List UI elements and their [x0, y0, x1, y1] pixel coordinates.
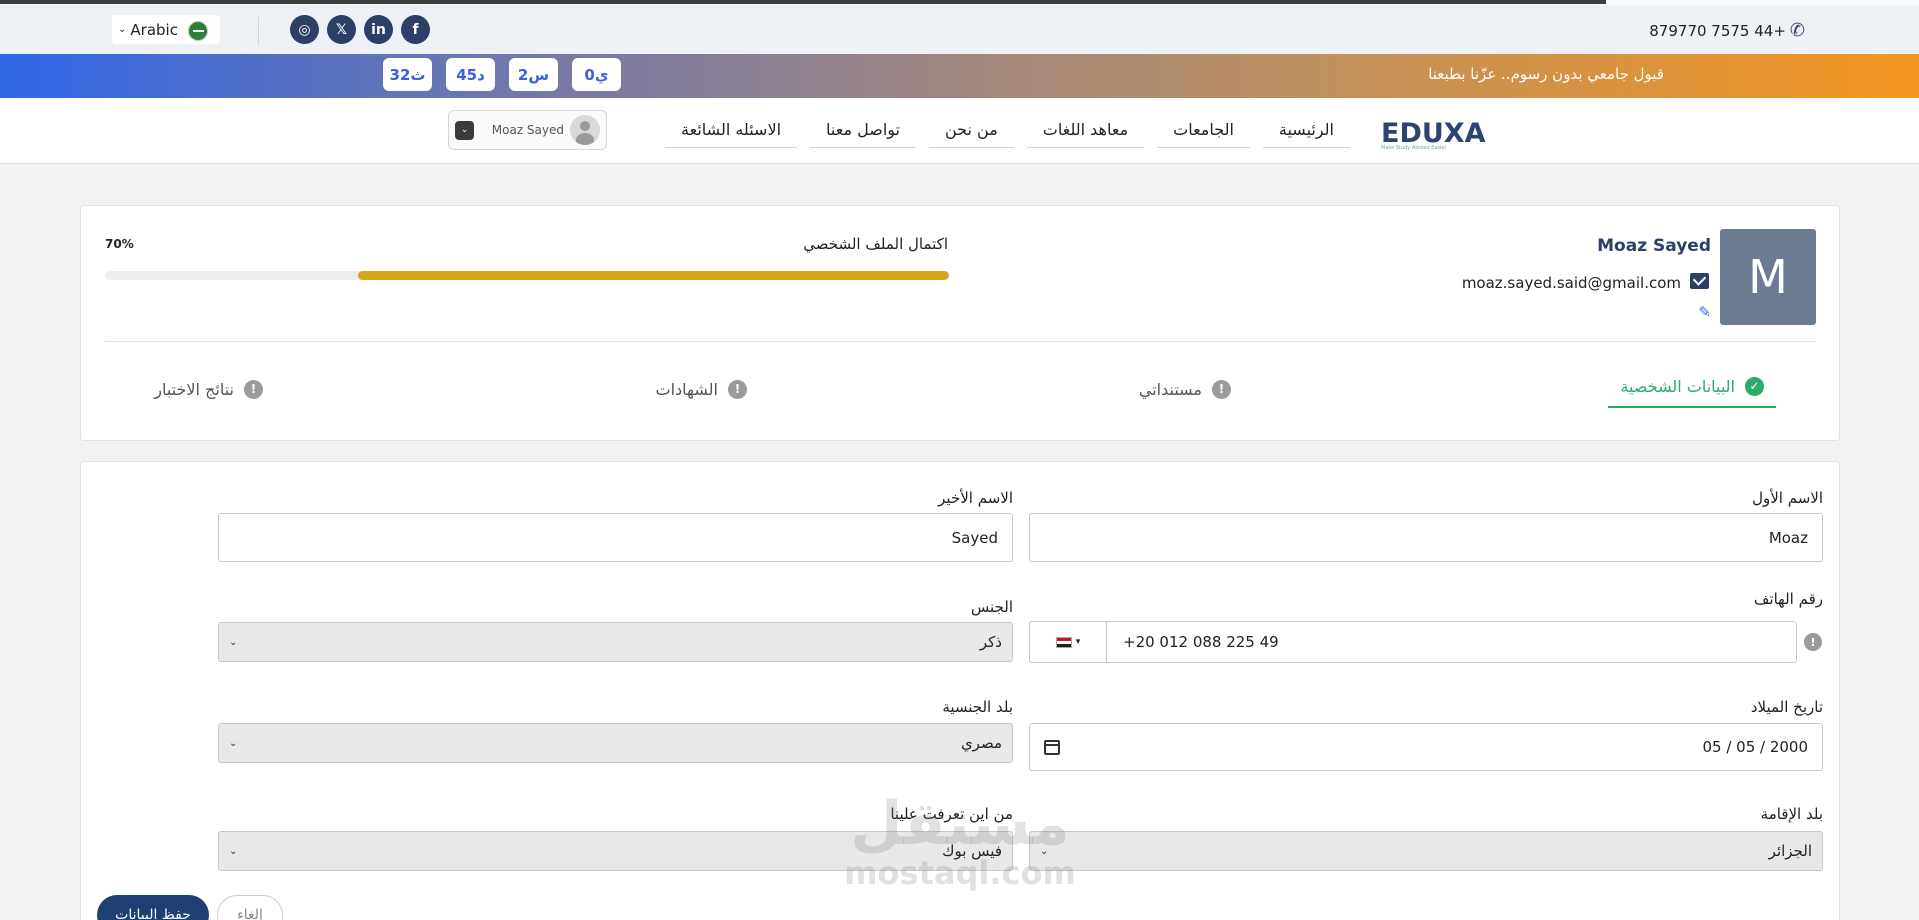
main-navbar: ⌄ Moaz Sayed الرئيسية الجامعات معاهد الل…	[0, 98, 1919, 164]
residence-value: الجزائر	[1768, 842, 1812, 860]
countdown-timer: 32ث 45د 2س 0ي	[383, 58, 621, 91]
residence-select[interactable]: ⌄ الجزائر	[1029, 831, 1823, 871]
profile-email: moaz.sayed.said@gmail.com	[1461, 274, 1681, 292]
nav-language-institutes[interactable]: معاهد اللغات	[1026, 112, 1145, 148]
birth-date-field[interactable]: 05 / 05 / 2000	[1029, 723, 1823, 771]
completion-percent: 70%	[105, 237, 134, 251]
nationality-label: بلد الجنسية	[942, 698, 1013, 716]
exclamation-circle-icon: !	[728, 379, 747, 399]
gender-label: الجنس	[970, 598, 1013, 616]
language-label: Arabic	[130, 20, 178, 39]
nav-links: الرئيسية الجامعات معاهد اللغات من نحن تو…	[665, 112, 1350, 148]
countdown-seconds: 32ث	[383, 58, 432, 91]
profile-card: M Moaz Sayed moaz.sayed.said@gmail.com ✎…	[80, 205, 1840, 441]
chevron-down-icon: ⌄	[229, 845, 238, 857]
saudi-flag-icon	[188, 21, 208, 41]
exclamation-circle-icon: !	[1212, 379, 1231, 399]
cancel-button[interactable]: إلغاء	[217, 895, 283, 920]
profile-name: Moaz Sayed	[1597, 236, 1711, 256]
tab-certificates[interactable]: الشهادات !	[656, 370, 747, 408]
user-menu-name: Moaz Sayed	[491, 123, 564, 137]
country-code-select[interactable]: ▾	[1029, 621, 1107, 663]
linkedin-icon[interactable]: in	[364, 15, 393, 44]
profile-avatar: M	[1720, 229, 1816, 325]
first-name-label: الاسم الأول	[1752, 489, 1823, 507]
top-bar: ⌄ Arabic ◎ 𝕏 in f 879770 7575 44+ ✆	[0, 5, 1919, 54]
phone-label: رقم الهاتف	[1753, 590, 1823, 608]
user-menu[interactable]: ⌄ Moaz Sayed	[448, 110, 607, 150]
tab-my-documents[interactable]: مستنداتي !	[1139, 370, 1231, 408]
nav-home[interactable]: الرئيسية	[1262, 112, 1350, 148]
phone-field[interactable]: +20 012 088 225 49	[1107, 621, 1797, 663]
birth-date-value: 05 / 05 / 2000	[1702, 738, 1808, 756]
chevron-down-icon: ⌄	[1040, 845, 1049, 857]
completion-progress-bar	[105, 271, 949, 280]
nav-about[interactable]: من نحن	[928, 112, 1014, 148]
nationality-select[interactable]: ⌄ مصري	[218, 723, 1013, 763]
check-circle-icon: ✓	[1745, 376, 1764, 396]
source-value: فيس بوك	[942, 842, 1002, 860]
eduxa-logo[interactable]: EDUXA Make Study Abroad Easier	[1381, 118, 1486, 151]
contact-phone[interactable]: 879770 7575 44+ ✆	[1649, 20, 1805, 41]
last-name-label: الاسم الأخير	[938, 489, 1013, 507]
gender-select[interactable]: ⌄ ذكر	[218, 622, 1013, 662]
edit-icon[interactable]: ✎	[1698, 303, 1711, 321]
calendar-icon[interactable]	[1044, 739, 1060, 755]
source-select[interactable]: ⌄ فيس بوك	[218, 831, 1013, 871]
completion-label: اكتمال الملف الشخصي	[803, 235, 948, 253]
x-icon[interactable]: 𝕏	[327, 15, 356, 44]
divider	[258, 17, 259, 45]
instagram-icon[interactable]: ◎	[290, 15, 319, 44]
completion-progress-fill	[358, 271, 949, 280]
tab-personal-data[interactable]: البيانات الشخصية ✓	[1608, 370, 1776, 408]
user-avatar-icon	[570, 115, 600, 145]
tab-label: مستنداتي	[1138, 379, 1202, 399]
exclamation-circle-icon: !	[1804, 633, 1822, 651]
chevron-down-icon[interactable]: ⌄	[455, 120, 474, 140]
countdown-minutes: 45د	[446, 58, 495, 91]
source-label: من اين تعرفت علينا	[890, 805, 1013, 823]
nationality-value: مصري	[960, 734, 1002, 752]
banner-slogan: قبول جامعي بدون رسوم.. عزّنا بطبعنا	[1428, 65, 1664, 83]
gender-value: ذكر	[979, 633, 1002, 651]
tab-label: البيانات الشخصية	[1620, 376, 1735, 396]
email-icon	[1690, 273, 1709, 289]
chevron-down-icon: ⌄	[229, 737, 238, 749]
tab-test-results[interactable]: نتائج الاختبار !	[154, 370, 263, 408]
nav-universities[interactable]: الجامعات	[1157, 112, 1250, 148]
last-name-field[interactable]: Sayed	[218, 513, 1013, 562]
birth-date-label: تاريخ الميلاد	[1750, 698, 1823, 716]
countdown-days: 0ي	[572, 58, 621, 91]
egypt-flag-icon	[1055, 636, 1072, 648]
promo-banner: 32ث 45د 2س 0ي قبول جامعي بدون رسوم.. عزّ…	[0, 54, 1919, 98]
phone-icon: ✆	[1789, 20, 1805, 41]
first-name-field[interactable]: Moaz	[1029, 513, 1823, 562]
nav-faq[interactable]: الاسئله الشائعة	[665, 112, 798, 148]
residence-label: بلد الإقامة	[1760, 805, 1823, 823]
social-links: ◎ 𝕏 in f	[290, 15, 430, 44]
phone-input-group: ▾ +20 012 088 225 49	[1029, 621, 1797, 663]
language-selector[interactable]: ⌄ Arabic	[112, 15, 220, 44]
save-button[interactable]: حفظ البيانات	[97, 895, 209, 920]
tab-label: الشهادات	[655, 379, 718, 399]
chevron-down-icon: ⌄	[118, 24, 127, 35]
exclamation-circle-icon: !	[244, 379, 263, 399]
tab-label: نتائج الاختبار	[154, 379, 234, 399]
facebook-icon[interactable]: f	[401, 15, 430, 44]
divider	[105, 341, 1817, 342]
phone-number: 879770 7575 44+	[1649, 21, 1786, 40]
chevron-down-icon: ⌄	[229, 636, 238, 648]
caret-down-icon: ▾	[1075, 637, 1081, 647]
nav-contact[interactable]: تواصل معنا	[810, 112, 916, 148]
countdown-hours: 2س	[509, 58, 558, 91]
